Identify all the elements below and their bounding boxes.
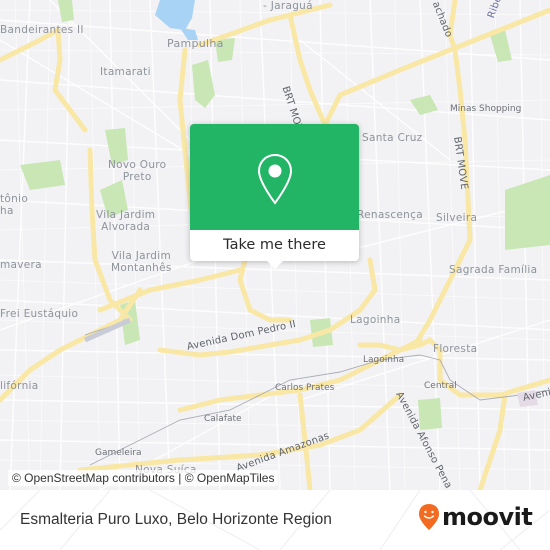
station-label: Central (424, 381, 457, 391)
map[interactable]: Bandeirantes II - Jaraguá Pampulha Itama… (0, 0, 550, 490)
map-pin-icon (257, 153, 293, 205)
neighborhood-label: Sagrada Família (449, 264, 538, 276)
station-label: Minas Shopping (450, 104, 522, 114)
neighborhood-label: Silveira (436, 212, 478, 224)
neighborhood-label: Novo Ouro Preto (108, 159, 167, 183)
neighborhood-label: Frei Eustáquio (0, 308, 79, 320)
neighborhood-label: Renascença (357, 209, 423, 221)
location-popup: Take me there (190, 124, 359, 269)
neighborhood-label: lifórnia (0, 380, 39, 392)
neighborhood-label: Vila Jardim Alvorada (96, 209, 156, 233)
moovit-logo[interactable]: moovit (418, 503, 533, 531)
neighborhood-label: - Jaraguá (263, 0, 313, 12)
station-label: Gameleira (95, 448, 142, 458)
popup-pointer (266, 260, 284, 269)
station-label: Carlos Prates (275, 383, 335, 393)
moovit-wordmark: moovit (442, 503, 533, 531)
neighborhood-label: mavera (0, 259, 42, 271)
neighborhood-label: tônio ha (0, 193, 29, 217)
place-title: Esmalteria Puro Luxo, Belo Horizonte Reg… (20, 511, 332, 528)
station-label: Calafate (204, 414, 242, 424)
map-attribution[interactable]: © OpenStreetMap contributors | © OpenMap… (8, 470, 279, 486)
neighborhood-label: Bandeirantes II (0, 24, 84, 36)
footer-bar: Esmalteria Puro Luxo, Belo Horizonte Reg… (0, 490, 550, 550)
popup-header (190, 124, 359, 230)
neighborhood-label: Santa Cruz (362, 132, 423, 144)
neighborhood-label: Lagoinha (350, 314, 401, 326)
take-me-there-button[interactable]: Take me there (190, 230, 359, 261)
station-label: Lagoinha (363, 355, 405, 365)
neighborhood-label: Itamarati (100, 66, 151, 78)
neighborhood-label: Pampulha (167, 37, 224, 50)
neighborhood-label: Floresta (433, 343, 478, 355)
moovit-pin-icon (419, 504, 439, 530)
neighborhood-label: Vila Jardim Montanhês (111, 250, 172, 274)
